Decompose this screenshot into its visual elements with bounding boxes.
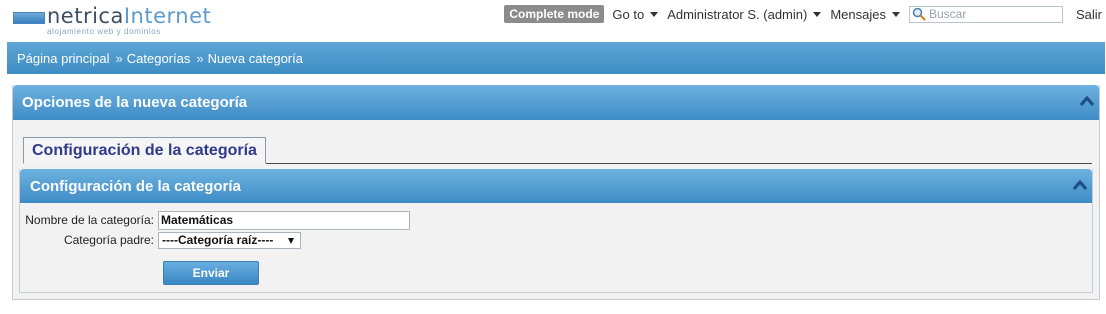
- logo-text-secondary: Internet: [123, 4, 212, 28]
- breadcrumb-categories[interactable]: Categorías: [127, 51, 191, 66]
- top-nav: Complete mode Go to Administrator S. (ad…: [504, 5, 1106, 23]
- search-box: [908, 5, 1063, 23]
- tab-category-settings[interactable]: Configuración de la categoría: [23, 137, 266, 164]
- messages-label: Mensajes: [830, 6, 886, 22]
- search-input[interactable]: [928, 7, 1059, 21]
- logo-text-primary: netrica: [47, 4, 124, 28]
- logo-text: netricaInternet: [47, 4, 211, 28]
- chevron-up-icon[interactable]: [1072, 178, 1088, 192]
- chevron-up-icon[interactable]: [1079, 94, 1095, 108]
- logo[interactable]: netricaInternet alojamiento web y domini…: [13, 4, 213, 36]
- panel-header: Opciones de la nueva categoría: [13, 85, 1099, 120]
- tab-bar: Configuración de la categoría: [23, 137, 1092, 164]
- category-name-input[interactable]: [158, 210, 410, 230]
- logout-link[interactable]: Salir: [1076, 7, 1102, 22]
- search-icon[interactable]: [912, 7, 926, 21]
- parent-category-row: Categoría padre: ----Categoría raíz----: [20, 231, 301, 249]
- section-header: Configuración de la categoría: [20, 169, 1092, 203]
- category-name-label: Nombre de la categoría:: [25, 213, 154, 227]
- caret-down-icon: [813, 11, 822, 17]
- breadcrumb: Página principal » Categorías » Nueva ca…: [7, 42, 1105, 74]
- messages-menu[interactable]: Mensajes: [830, 7, 900, 22]
- user-menu[interactable]: Administrator S. (admin): [667, 6, 822, 22]
- category-name-row: Nombre de la categoría:: [20, 210, 410, 230]
- caret-down-icon: [650, 11, 659, 17]
- category-settings-section: Configuración de la categoría Nombre de …: [19, 169, 1093, 293]
- breadcrumb-home[interactable]: Página principal: [17, 51, 110, 66]
- dropdown-arrow-icon: [288, 237, 294, 244]
- parent-category-value: ----Categoría raíz----: [162, 233, 274, 247]
- caret-down-icon: [891, 11, 900, 17]
- parent-category-select[interactable]: ----Categoría raíz----: [158, 231, 301, 249]
- goto-menu[interactable]: Go to: [612, 6, 659, 22]
- top-bar: netricaInternet alojamiento web y domini…: [0, 0, 1106, 40]
- breadcrumb-current: Nueva categoría: [207, 50, 303, 66]
- complete-mode-button[interactable]: Complete mode: [504, 5, 605, 23]
- logo-mark: [13, 12, 45, 24]
- panel-title: Opciones de la nueva categoría: [22, 94, 248, 111]
- breadcrumb-separator: »: [196, 50, 204, 66]
- section-title: Configuración de la categoría: [30, 177, 241, 195]
- goto-label: Go to: [612, 6, 645, 22]
- logo-tagline: alojamiento web y dominios: [47, 27, 161, 36]
- parent-category-label: Categoría padre:: [63, 233, 154, 247]
- breadcrumb-separator: »: [115, 50, 123, 66]
- new-category-panel: Opciones de la nueva categoría Configura…: [12, 85, 1100, 300]
- user-label: Administrator S. (admin): [667, 6, 808, 22]
- submit-button[interactable]: Enviar: [163, 261, 259, 285]
